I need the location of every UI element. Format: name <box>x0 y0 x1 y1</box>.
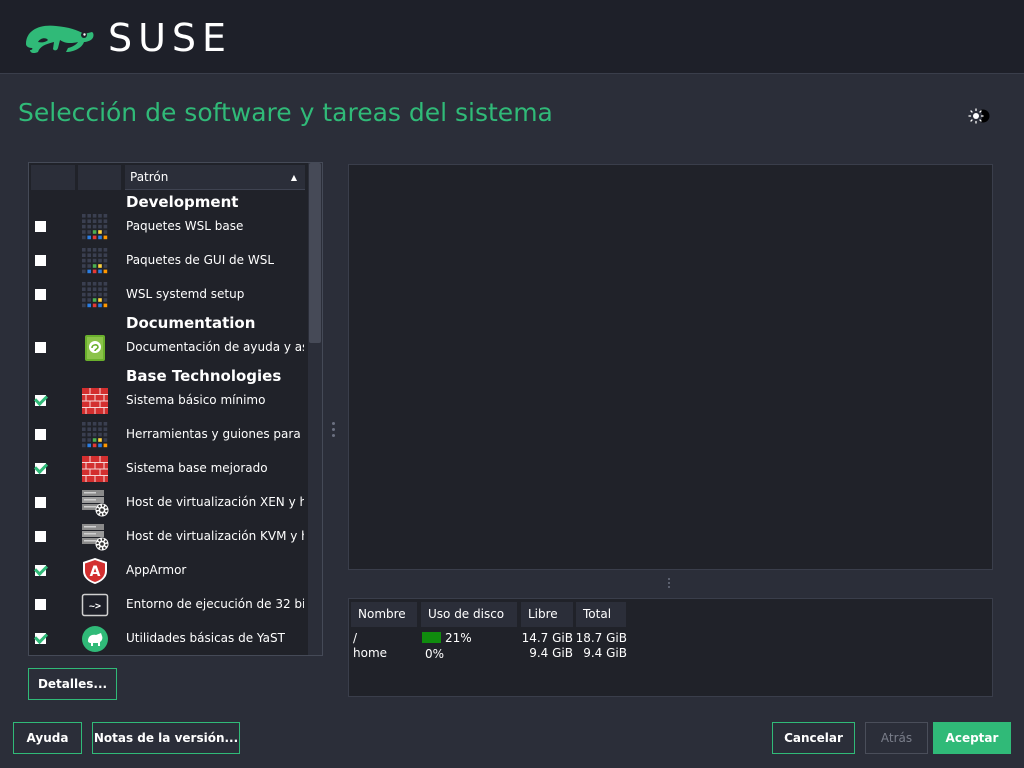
pattern-row[interactable]: A AppArmor <box>29 554 307 588</box>
pattern-checkbox-checked[interactable] <box>35 463 46 474</box>
icon-column-header[interactable] <box>78 165 121 190</box>
apparmor-shield-icon: A <box>81 557 109 585</box>
yast-icon <box>81 625 109 653</box>
back-button[interactable]: Atrás <box>865 722 928 754</box>
terminal-icon: ~> <box>81 591 109 619</box>
pattern-table-header: Patrón ▲ <box>29 163 307 191</box>
sort-ascending-icon: ▲ <box>290 173 297 182</box>
disk-header-usage[interactable]: Uso de disco <box>421 602 517 627</box>
chameleon-icon <box>26 25 94 54</box>
checkbox-column-header[interactable] <box>31 165 75 190</box>
pattern-table[interactable]: Patrón ▲ Development Paquetes WSL base Paq… <box>28 162 323 656</box>
pattern-grid-icon <box>81 213 109 241</box>
pattern-checkbox[interactable] <box>35 289 46 300</box>
disk-usage-table: Nombre Uso de disco Libre Total / 21% 14… <box>348 598 993 697</box>
brand-name: SUSE <box>108 16 233 60</box>
pattern-label: Paquetes WSL base <box>126 219 244 233</box>
pattern-checkbox[interactable] <box>35 255 46 266</box>
pattern-grid-icon <box>81 247 109 275</box>
help-button[interactable]: Ayuda <box>13 722 82 754</box>
help-book-icon <box>81 334 109 362</box>
pattern-grid-icon <box>81 421 109 449</box>
pattern-row[interactable]: Utilidades básicas de YaST <box>29 622 307 655</box>
pattern-description <box>348 164 993 570</box>
disk-row-free: 9.4 GiB <box>529 646 573 660</box>
pattern-label: Host de virtualización XEN y he... <box>126 495 304 509</box>
server-gear-icon <box>81 489 109 517</box>
pattern-checkbox[interactable] <box>35 221 46 232</box>
disk-row-total: 9.4 GiB <box>583 646 627 660</box>
pattern-label: AppArmor <box>126 563 187 577</box>
pattern-label: Host de virtualización KVM y he... <box>126 529 304 543</box>
pattern-label: Documentación de ayuda y asis... <box>126 340 304 354</box>
pattern-row[interactable]: Documentación de ayuda y asis... <box>29 331 307 365</box>
pattern-label: Utilidades básicas de YaST <box>126 631 285 645</box>
pattern-grid-icon <box>81 281 109 309</box>
pattern-checkbox[interactable] <box>35 531 46 542</box>
brick-wall-icon <box>81 387 109 415</box>
disk-row-free: 14.7 GiB <box>521 631 573 645</box>
page-title: Selección de software y tareas del siste… <box>18 98 553 127</box>
pattern-column-header[interactable]: Patrón ▲ <box>125 165 305 190</box>
disk-row-usage: 21% <box>445 631 472 645</box>
suse-logo: SUSE <box>24 18 232 58</box>
disk-row-total: 18.7 GiB <box>575 631 627 645</box>
details-button[interactable]: Detalles... <box>28 668 117 700</box>
svg-text:~>: ~> <box>89 601 101 612</box>
server-gear-icon <box>81 523 109 551</box>
disk-header-free[interactable]: Libre <box>521 602 573 627</box>
category-heading: Development <box>126 193 239 211</box>
category-heading: Documentation <box>126 314 256 332</box>
disk-header-name[interactable]: Nombre <box>351 602 417 627</box>
pattern-checkbox[interactable] <box>35 342 46 353</box>
release-notes-button[interactable]: Notas de la versión... <box>92 722 240 754</box>
pattern-row[interactable]: ~> Entorno de ejecución de 32 bits <box>29 588 307 622</box>
vertical-splitter[interactable] <box>332 422 336 442</box>
category-heading: Base Technologies <box>126 367 282 385</box>
pattern-label: Sistema base mejorado <box>126 461 268 475</box>
top-bar: SUSE <box>0 0 1024 74</box>
pattern-row[interactable]: Sistema básico mínimo <box>29 384 307 418</box>
accept-button[interactable]: Aceptar <box>933 722 1011 754</box>
pattern-row[interactable]: Paquetes WSL base <box>29 210 307 244</box>
disk-row-name: home <box>353 646 388 660</box>
pattern-checkbox-checked[interactable] <box>35 395 46 406</box>
brick-wall-icon <box>81 455 109 483</box>
horizontal-splitter[interactable] <box>668 578 671 588</box>
pattern-row[interactable]: Host de virtualización KVM y he... <box>29 520 307 554</box>
pattern-row[interactable]: Host de virtualización XEN y he... <box>29 486 307 520</box>
pattern-checkbox[interactable] <box>35 599 46 610</box>
sun-moon-icon <box>968 108 990 124</box>
scrollbar-thumb[interactable] <box>309 163 321 343</box>
disk-usage-bar <box>422 632 441 643</box>
pattern-label: WSL systemd setup <box>126 287 245 301</box>
pattern-label: Herramientas y guiones para cr... <box>126 427 304 441</box>
pattern-row[interactable]: WSL systemd setup <box>29 278 307 312</box>
pattern-checkbox[interactable] <box>35 429 46 440</box>
pattern-label: Entorno de ejecución de 32 bits <box>126 597 304 611</box>
disk-row-usage: 0% <box>425 647 445 661</box>
pattern-row[interactable]: Herramientas y guiones para cr... <box>29 418 307 452</box>
disk-header-total[interactable]: Total <box>576 602 626 627</box>
pattern-label: Sistema básico mínimo <box>126 393 266 407</box>
pattern-checkbox-checked[interactable] <box>35 633 46 644</box>
pattern-row[interactable]: Sistema base mejorado <box>29 452 307 486</box>
svg-text:A: A <box>90 564 101 580</box>
pattern-checkbox-checked[interactable] <box>35 565 46 576</box>
cancel-button[interactable]: Cancelar <box>772 722 855 754</box>
theme-toggle[interactable] <box>965 107 991 125</box>
pattern-column-label: Patrón <box>130 170 169 184</box>
disk-row-name: / <box>353 631 358 645</box>
pattern-label: Paquetes de GUI de WSL <box>126 253 275 267</box>
pattern-scrollbar[interactable] <box>308 163 322 655</box>
pattern-row[interactable]: Paquetes de GUI de WSL <box>29 244 307 278</box>
pattern-checkbox[interactable] <box>35 497 46 508</box>
